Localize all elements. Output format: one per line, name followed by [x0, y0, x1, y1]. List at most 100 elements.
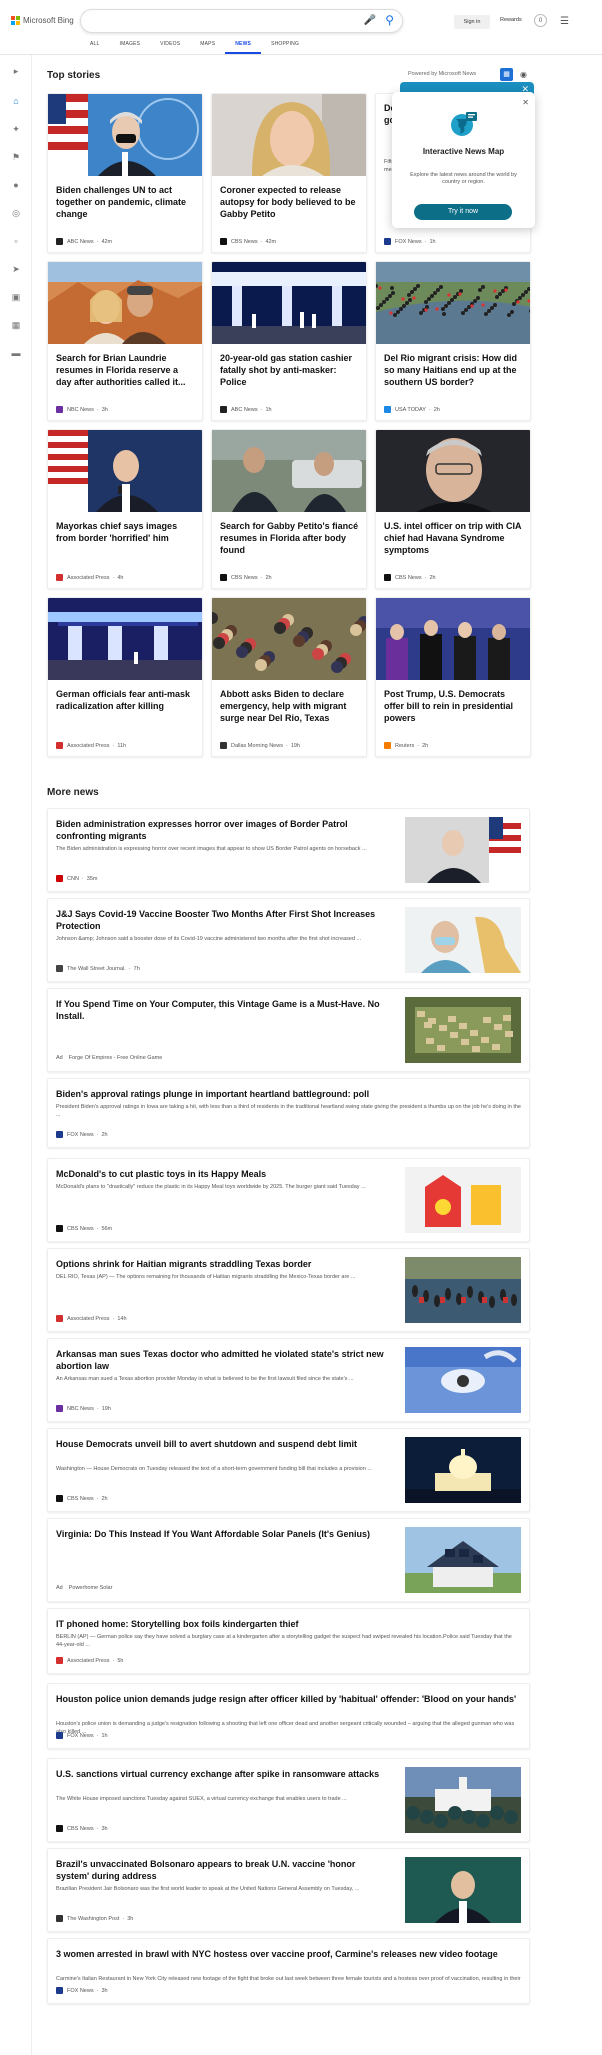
news-title[interactable]: Arkansas man sues Texas doctor who admit… [56, 1348, 391, 1372]
news-list-item[interactable]: If You Spend Time on Your Computer, this… [47, 988, 530, 1072]
story-image[interactable] [48, 598, 203, 680]
news-list-item[interactable]: IT phoned home: Storytelling box foils k… [47, 1608, 530, 1674]
news-title[interactable]: Houston police union demands judge resig… [56, 1693, 521, 1705]
story-image[interactable] [212, 430, 367, 512]
story-title[interactable]: Coroner expected to release autopsy for … [220, 184, 360, 220]
story-title[interactable]: Biden challenges UN to act together on p… [56, 184, 196, 220]
story-card[interactable]: Abbott asks Biden to declare emergency, … [211, 597, 367, 757]
advertiser-name[interactable]: Powerhome Solar [69, 1585, 113, 1591]
tab-shopping[interactable]: SHOPPING [261, 38, 309, 54]
tab-all[interactable]: ALL [80, 38, 110, 54]
story-title[interactable]: Mayorkas chief says images from border '… [56, 520, 196, 544]
news-title[interactable]: IT phoned home: Storytelling box foils k… [56, 1618, 521, 1630]
tab-maps[interactable]: MAPS [190, 38, 225, 54]
film-icon[interactable]: ▣ [10, 291, 22, 303]
news-title[interactable]: House Democrats unveil bill to avert shu… [56, 1438, 391, 1450]
news-title[interactable]: McDonald's to cut plastic toys in its Ha… [56, 1168, 391, 1180]
news-title[interactable]: If You Spend Time on Your Computer, this… [56, 998, 391, 1022]
news-list-item[interactable]: McDonald's to cut plastic toys in its Ha… [47, 1158, 530, 1242]
globe-icon[interactable]: ◎ [10, 207, 22, 219]
rewards-medal-icon[interactable]: 0 [534, 14, 547, 27]
tab-videos[interactable]: VIDEOS [150, 38, 190, 54]
rewards-link[interactable]: Rewards [500, 17, 522, 23]
news-thumbnail[interactable] [405, 817, 521, 883]
news-title[interactable]: Biden's approval ratings plunge in impor… [56, 1088, 521, 1100]
news-title[interactable]: Virginia: Do This Instead If You Want Af… [56, 1528, 391, 1540]
news-thumbnail[interactable] [405, 1437, 521, 1503]
story-title[interactable]: Post Trump, U.S. Democrats offer bill to… [384, 688, 524, 724]
microphone-icon[interactable]: 🎤 [364, 15, 376, 26]
story-image[interactable] [376, 262, 531, 344]
search-input[interactable]: 🎤 ⚲ [80, 9, 403, 33]
map-view-icon[interactable]: ◉ [517, 68, 530, 81]
story-card[interactable]: German officials fear anti-mask radicali… [47, 597, 203, 757]
story-title[interactable]: Del Rio migrant crisis: How did so many … [384, 352, 524, 388]
bing-logo[interactable]: Microsoft Bing [11, 16, 74, 25]
card-icon[interactable]: ▬ [10, 347, 22, 359]
news-thumbnail[interactable] [405, 1347, 521, 1413]
story-image[interactable] [212, 598, 367, 680]
grid-view-icon[interactable]: ▦ [500, 68, 513, 81]
story-title[interactable]: 20-year-old gas station cashier fatally … [220, 352, 360, 388]
tab-images[interactable]: IMAGES [110, 38, 151, 54]
news-list-item[interactable]: J&J Says Covid-19 Vaccine Booster Two Mo… [47, 898, 530, 982]
news-thumbnail[interactable] [405, 907, 521, 973]
story-image[interactable] [48, 94, 203, 176]
world-icon[interactable]: ✦ [10, 123, 22, 135]
tab-news[interactable]: NEWS [225, 38, 262, 54]
story-image[interactable] [376, 430, 531, 512]
news-thumbnail[interactable] [405, 1857, 521, 1923]
news-title[interactable]: J&J Says Covid-19 Vaccine Booster Two Mo… [56, 908, 391, 932]
flag-icon[interactable]: ⚑ [10, 151, 22, 163]
news-thumbnail[interactable] [405, 997, 521, 1063]
news-thumbnail[interactable] [405, 1257, 521, 1323]
advertiser-name[interactable]: Forge Of Empires - Free Online Game [69, 1055, 163, 1061]
story-title[interactable]: Search for Brian Laundrie resumes in Flo… [56, 352, 196, 388]
story-title[interactable]: German officials fear anti-mask radicali… [56, 688, 196, 712]
news-title[interactable]: 3 women arrested in brawl with NYC hoste… [56, 1948, 521, 1960]
home-icon[interactable]: ⌂ [10, 95, 22, 107]
news-list-item[interactable]: Virginia: Do This Instead If You Want Af… [47, 1518, 530, 1602]
chart-icon[interactable]: ▫ [10, 235, 22, 247]
news-list-item[interactable]: 3 women arrested in brawl with NYC hoste… [47, 1938, 530, 2004]
story-image[interactable] [212, 94, 367, 176]
story-image[interactable] [48, 430, 203, 512]
news-thumbnail[interactable] [405, 1767, 521, 1833]
news-thumbnail[interactable] [405, 1167, 521, 1233]
news-title[interactable]: Brazil's unvaccinated Bolsonaro appears … [56, 1858, 391, 1882]
story-image[interactable] [212, 262, 367, 344]
news-list-item[interactable]: U.S. sanctions virtual currency exchange… [47, 1758, 530, 1842]
story-title[interactable]: Abbott asks Biden to declare emergency, … [220, 688, 360, 724]
news-title[interactable]: Options shrink for Haitian migrants stra… [56, 1258, 391, 1270]
close-icon[interactable]: ✕ [522, 98, 529, 107]
news-list-item[interactable]: Brazil's unvaccinated Bolsonaro appears … [47, 1848, 530, 1932]
menu-icon[interactable]: ☰ [560, 16, 569, 27]
story-card[interactable]: U.S. intel officer on trip with CIA chie… [375, 429, 531, 589]
story-card[interactable]: Coroner expected to release autopsy for … [211, 93, 367, 253]
expand-chevron-icon[interactable]: ▸ [10, 65, 22, 77]
news-title[interactable]: Biden administration expresses horror ov… [56, 818, 391, 842]
story-card[interactable]: Del Rio migrant crisis: How did so many … [375, 261, 531, 421]
news-list-item[interactable]: House Democrats unveil bill to avert shu… [47, 1428, 530, 1512]
story-card[interactable]: Search for Brian Laundrie resumes in Flo… [47, 261, 203, 421]
story-card[interactable]: Biden challenges UN to act together on p… [47, 93, 203, 253]
story-image[interactable] [376, 598, 531, 680]
search-icon[interactable]: ⚲ [385, 13, 394, 27]
news-list-item[interactable]: Options shrink for Haitian migrants stra… [47, 1248, 530, 1332]
rocket-icon[interactable]: ➤ [10, 263, 22, 275]
story-image[interactable] [48, 262, 203, 344]
news-list-item[interactable]: Biden administration expresses horror ov… [47, 808, 530, 892]
story-title[interactable]: U.S. intel officer on trip with CIA chie… [384, 520, 524, 556]
story-title[interactable]: Search for Gabby Petito's fiancé resumes… [220, 520, 360, 556]
try-it-now-button[interactable]: Try it now [414, 204, 512, 220]
location-pin-icon[interactable]: ● [10, 179, 22, 191]
story-card[interactable]: Search for Gabby Petito's fiancé resumes… [211, 429, 367, 589]
news-list-item[interactable]: Houston police union demands judge resig… [47, 1683, 530, 1749]
story-card[interactable]: Mayorkas chief says images from border '… [47, 429, 203, 589]
building-icon[interactable]: ▦ [10, 319, 22, 331]
news-thumbnail[interactable] [405, 1527, 521, 1593]
news-title[interactable]: U.S. sanctions virtual currency exchange… [56, 1768, 391, 1780]
sign-in-button[interactable]: Sign in [454, 15, 490, 29]
story-card[interactable]: 20-year-old gas station cashier fatally … [211, 261, 367, 421]
news-list-item[interactable]: Arkansas man sues Texas doctor who admit… [47, 1338, 530, 1422]
